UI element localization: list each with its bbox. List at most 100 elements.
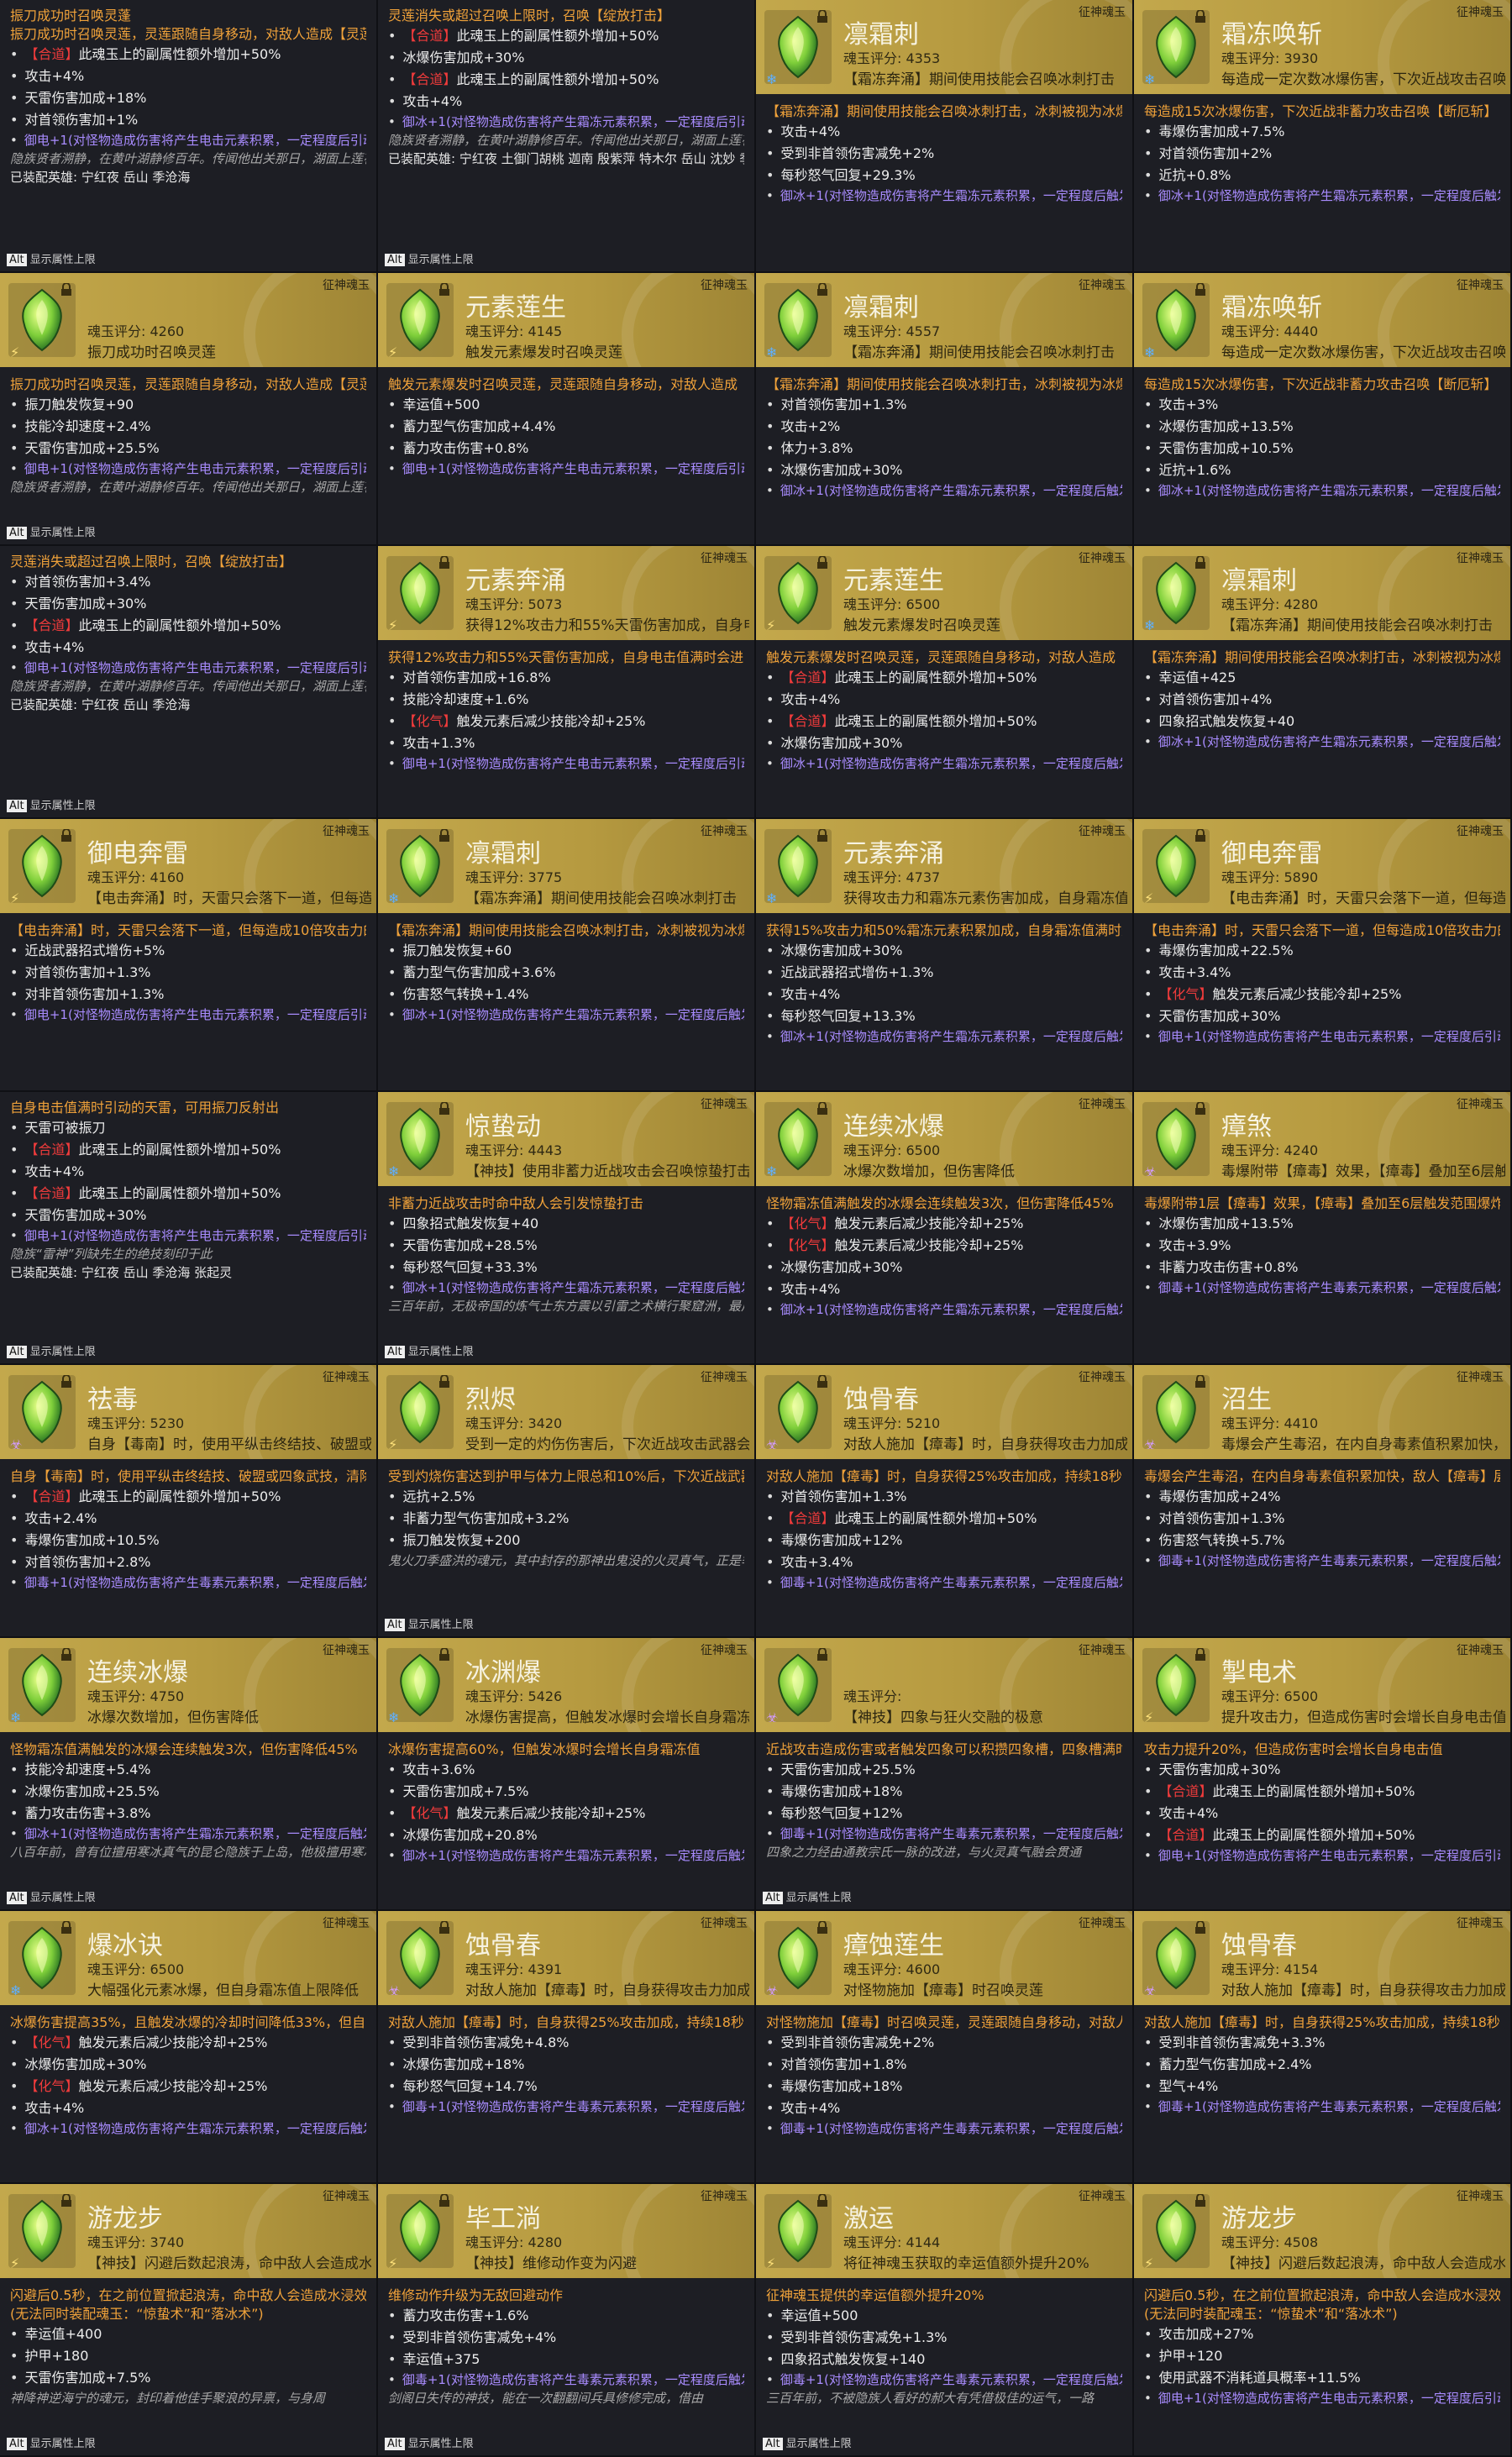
card-tag: 征神魂玉 <box>1457 2190 1504 2203</box>
lock-icon[interactable] <box>816 1647 828 1662</box>
show-attr-limit-toggle[interactable]: Alt 显示属性上限 <box>385 250 474 266</box>
thunder-element-icon: ⚡ <box>766 617 776 633</box>
show-attr-limit-toggle[interactable]: Alt 显示属性上限 <box>763 2434 852 2450</box>
lock-icon[interactable] <box>438 555 450 570</box>
lock-icon[interactable] <box>1194 2193 1206 2208</box>
element-blessing: 御电+1(对怪物造成伤害将产生电击元素积累，一定程度后引动天雷) <box>1144 2389 1500 2407</box>
stat-line: 攻击+4% <box>388 91 744 113</box>
equipped-heroes: 已装配英雄: 宁红夜 土御门胡桃 迦南 殷紫萍 特木尔 岳山 沈妙 季沧海 无尘… <box>388 151 744 166</box>
lock-icon[interactable] <box>816 1920 828 1935</box>
lock-icon[interactable] <box>438 828 450 843</box>
lock-icon[interactable] <box>1194 1101 1206 1116</box>
jade-score: 魂玉评分: <box>843 1688 902 1704</box>
lock-icon[interactable] <box>1194 828 1206 843</box>
soul-jade-card[interactable]: 征神魂玉 ⚡ 元素莲生 魂玉评分: 6500 触发元素爆发时召唤灵莲 触发元素爆发时召唤灵… <box>756 546 1134 819</box>
soul-jade-card[interactable]: 自身电击值满时引动的天雷，可用振刀反射出天雷可被振刀【合道】此魂玉上的副属性额外… <box>0 1092 378 1365</box>
stat-line: 振刀触发恢复+90 <box>10 394 366 416</box>
soul-jade-card[interactable]: 征神魂玉 ❄ 霜冻唤斩魂玉评分: 4440 每造成一定次数冰爆伤害，下次近战攻击召唤【… <box>1134 273 1512 546</box>
lock-icon[interactable] <box>1194 1374 1206 1389</box>
soul-jade-card[interactable]: 征神魂玉 ⚡ 游龙步 魂玉评分: 4508 【神技】闪避后数起浪涛，命中敌人会造成水浸闪… <box>1134 2184 1512 2457</box>
soul-jade-card[interactable]: 征神魂玉 ☣ 瘴蚀莲生 魂玉评分: 4600 对怪物施加【瘴毒】时召唤灵莲 对怪物施加【瘴… <box>756 1911 1134 2184</box>
effect-description: 【霜冻奔涌】期间使用技能会召唤冰刺打击，冰刺被视为冰爆，每4秒最多触发一次 <box>766 103 1122 119</box>
soul-jade-card[interactable]: 灵莲消失或超过召唤上限时，召唤【绽放打击】对首领伤害加+3.4%天雷伤害加成+3… <box>0 546 378 819</box>
card-body: 近战攻击造成伤害或者触发四象可以积攒四象槽，四象槽满时，触发四象会消耗全部四象槽… <box>756 1732 1132 1861</box>
soul-jade-card[interactable]: 征神魂玉 ❄ 凛霜刺 魂玉评分: 3775 【霜冻奔涌】期间使用技能会召唤冰刺打击 【霜冻… <box>378 819 756 1092</box>
show-attr-limit-toggle[interactable]: Alt 显示属性上限 <box>385 1342 474 1358</box>
soul-jade-card[interactable]: 征神魂玉 ⚡ 元素奔涌 魂玉评分: 5073 获得12%攻击力和55%天雷伤害加成，自身… <box>378 546 756 819</box>
show-attr-limit-toggle[interactable]: Alt 显示属性上限 <box>385 1615 474 1631</box>
soul-jade-card[interactable]: 征神魂玉 ⚡ 激运 魂玉评分: 4144 将征神魂玉获取的幸运值额外提升20% 征神魂玉提… <box>756 2184 1134 2457</box>
soul-jade-card[interactable]: 征神魂玉 ❄ 连续冰爆 魂玉评分: 6500 冰爆次数增加，但伤害降低 怪物霜冻值满触发的… <box>756 1092 1134 1365</box>
lock-icon[interactable] <box>816 828 828 843</box>
jade-name: 蚀骨春 <box>1221 1931 1297 1961</box>
soul-jade-card[interactable]: 征神魂玉 ❄ 凛霜刺 魂玉评分: 4557 【霜冻奔涌】期间使用技能会召唤冰刺打击 【霜冻… <box>756 273 1134 546</box>
show-attr-limit-toggle[interactable]: Alt 显示属性上限 <box>7 1888 96 1904</box>
lock-icon[interactable] <box>60 1374 72 1389</box>
soul-jade-card[interactable]: 征神魂玉 ❄ 冰渊爆 魂玉评分: 5426 冰爆伤害提高，但触发冰爆时会增长自身霜冻值冰… <box>378 1638 756 1911</box>
show-attr-limit-toggle[interactable]: Alt 显示属性上限 <box>763 1888 852 1904</box>
stat-line: 冰爆伤害加成+30% <box>766 459 1122 481</box>
soul-jade-card[interactable]: 征神魂玉 ⚡ 元素莲生 魂玉评分: 4145 触发元素爆发时召唤灵莲 触发元素爆发时召唤灵… <box>378 273 756 546</box>
stat-line: 蓄力攻击伤害+3.8% <box>10 1803 366 1824</box>
soul-jade-card[interactable]: 征神魂玉 ⚡ 游龙步 魂玉评分: 3740 【神技】闪避后数起浪涛，命中敌人会造成水浸闪… <box>0 2184 378 2457</box>
soul-jade-card[interactable]: 振刀成功时召唤灵蓬振刀成功时召唤灵莲，灵莲跟随自身移动，对敌人造成【灵莲冲击】，… <box>0 0 378 273</box>
stat-line: 毒爆伤害加成+12% <box>766 1530 1122 1551</box>
lock-icon[interactable] <box>438 1374 450 1389</box>
soul-jade-card[interactable]: 征神魂玉 ☣ 蚀骨春 魂玉评分: 5210 对敌人施加【瘴毒】时，自身获得攻击力加成 对敌… <box>756 1365 1134 1638</box>
soul-jade-card[interactable]: 征神魂玉 ☣ 祛毒魂玉评分: 5230 自身【毒南】时，使用平纵击终结技、破盟或四象武… <box>0 1365 378 1638</box>
lock-icon[interactable] <box>816 282 828 297</box>
lock-icon[interactable] <box>1194 1647 1206 1662</box>
soul-jade-card[interactable]: 征神魂玉 ☣ 魂玉评分: 【神技】四象与狂火交融的极意 近战攻击造成伤害或者触发四象可… <box>756 1638 1134 1911</box>
lock-icon[interactable] <box>1194 555 1206 570</box>
lock-icon[interactable] <box>816 2193 828 2208</box>
lock-icon[interactable] <box>1194 1920 1206 1935</box>
soul-jade-card[interactable]: 征神魂玉 ☣ 沼生魂玉评分: 4410 毒爆会产生毒沼，在内自身毒素值积累加快，敌人【… <box>1134 1365 1512 1638</box>
lock-icon[interactable] <box>816 555 828 570</box>
lock-icon[interactable] <box>438 282 450 297</box>
soul-jade-card[interactable]: 征神魂玉 ⚡ 魂玉评分: 4260 振刀成功时召唤灵莲 振刀成功时召唤灵莲，灵莲跟随自身… <box>0 273 378 546</box>
lock-icon[interactable] <box>60 828 72 843</box>
soul-jade-card[interactable]: 征神魂玉 ☣ 蚀骨春 魂玉评分: 4154 对敌人施加【瘴毒】时，自身获得攻击力加成 对敌… <box>1134 1911 1512 2184</box>
soul-jade-card[interactable]: 征神魂玉 ⚡ 掣电术 魂玉评分: 6500 提升攻击力，但造成伤害时会增长自身电击值 攻击… <box>1134 1638 1512 1911</box>
soul-jade-card[interactable]: 征神魂玉 ⚡ 毕工淌 魂玉评分: 4280 【神技】维修动作变为闪避 维修动作升级为无敌回… <box>378 2184 756 2457</box>
card-tag: 征神魂玉 <box>1079 279 1126 292</box>
soul-jade-card[interactable]: 征神魂玉 ❄ 惊蛰动 魂玉评分: 4443 【神技】使用非蓄力近战攻击会召唤惊蛰打击 非蓄… <box>378 1092 756 1365</box>
soul-jade-card[interactable]: 征神魂玉 ❄ 霜冻唤斩魂玉评分: 3930 每造成一定次数冰爆伤害，下次近战攻击召唤【… <box>1134 0 1512 273</box>
lock-icon[interactable] <box>438 1647 450 1662</box>
stat-line: 冰爆伤害加成+30% <box>10 2054 366 2076</box>
soul-jade-card[interactable]: 征神魂玉 ⚡ 御电奔雷魂玉评分: 4160 【电击奔涌】时，天雷只会落下一道，但每造成… <box>0 819 378 1092</box>
effect-description: 维修动作升级为无敌回避动作 <box>388 2287 564 2303</box>
lock-icon[interactable] <box>438 1101 450 1116</box>
soul-jade-card[interactable]: 征神魂玉 ❄ 连续冰爆 魂玉评分: 4750 冰爆次数增加，但伤害降低 怪物霜冻值满触发的… <box>0 1638 378 1911</box>
lock-icon[interactable] <box>438 1920 450 1935</box>
lock-icon[interactable] <box>60 1920 72 1935</box>
soul-jade-card[interactable]: 灵莲消失或超过召唤上限时，召唤【绽放打击】【合道】此魂玉上的副属性额外增加+50… <box>378 0 756 273</box>
show-attr-limit-toggle[interactable]: Alt 显示属性上限 <box>7 1342 96 1358</box>
show-attr-limit-toggle[interactable]: Alt 显示属性上限 <box>7 796 96 812</box>
lock-icon[interactable] <box>1194 9 1206 24</box>
soul-jade-card[interactable]: 征神魂玉 ☣ 蚀骨春 魂玉评分: 4391 对敌人施加【瘴毒】时，自身获得攻击力加成 对敌… <box>378 1911 756 2184</box>
stat-line: 攻击+2.4% <box>10 1508 366 1530</box>
soul-jade-card[interactable]: 征神魂玉 ⚡ 烈烬魂玉评分: 3420 受到一定的灼伤伤害后，下次近战攻击武器会附加灼… <box>378 1365 756 1638</box>
soul-jade-card[interactable]: 征神魂玉 ❄ 凛霜刺 魂玉评分: 4280 【霜冻奔涌】期间使用技能会召唤冰刺打击 【霜冻… <box>1134 546 1512 819</box>
lock-icon[interactable] <box>816 1101 828 1116</box>
lock-icon[interactable] <box>816 1374 828 1389</box>
show-attr-limit-toggle[interactable]: Alt 显示属性上限 <box>7 2434 96 2450</box>
show-attr-limit-toggle[interactable]: Alt 显示属性上限 <box>385 2434 474 2450</box>
show-attr-limit-toggle[interactable]: Alt 显示属性上限 <box>7 523 96 539</box>
soul-jade-card[interactable]: 征神魂玉 ❄ 凛霜刺 魂玉评分: 4353 【霜冻奔涌】期间使用技能会召唤冰刺打击 【霜冻… <box>756 0 1134 273</box>
soul-jade-card[interactable]: 征神魂玉 ⚡ 御电奔雷魂玉评分: 5890 【电击奔涌】时，天雷只会落下一道，但每造成… <box>1134 819 1512 1092</box>
show-attr-limit-toggle[interactable]: Alt 显示属性上限 <box>7 250 96 266</box>
jade-score: 魂玉评分: 6500 <box>87 1961 185 1977</box>
lock-icon[interactable] <box>438 2193 450 2208</box>
lock-icon[interactable] <box>60 2193 72 2208</box>
card-tag: 征神魂玉 <box>323 279 370 292</box>
soul-jade-card[interactable]: 征神魂玉 ❄ 元素奔涌魂玉评分: 4737 获得攻击力和霜冻元素伤害加成，自身霜冻值满… <box>756 819 1134 1092</box>
lock-icon[interactable] <box>1194 282 1206 297</box>
lock-icon[interactable] <box>60 1647 72 1662</box>
soul-jade-card[interactable]: 征神魂玉 ❄ 爆冰诀 魂玉评分: 6500 大幅强化元素冰爆，但自身霜冻值上限降低 冰爆伤… <box>0 1911 378 2184</box>
lock-icon[interactable] <box>816 9 828 24</box>
soul-jade-card[interactable]: 征神魂玉 ☣ 瘴煞魂玉评分: 4240 毒爆附带【瘴毒】效果，【瘴毒】叠加至6层触发范… <box>1134 1092 1512 1365</box>
lock-icon[interactable] <box>60 282 72 297</box>
stat-line: 技能冷却速度+5.4% <box>10 1759 366 1781</box>
